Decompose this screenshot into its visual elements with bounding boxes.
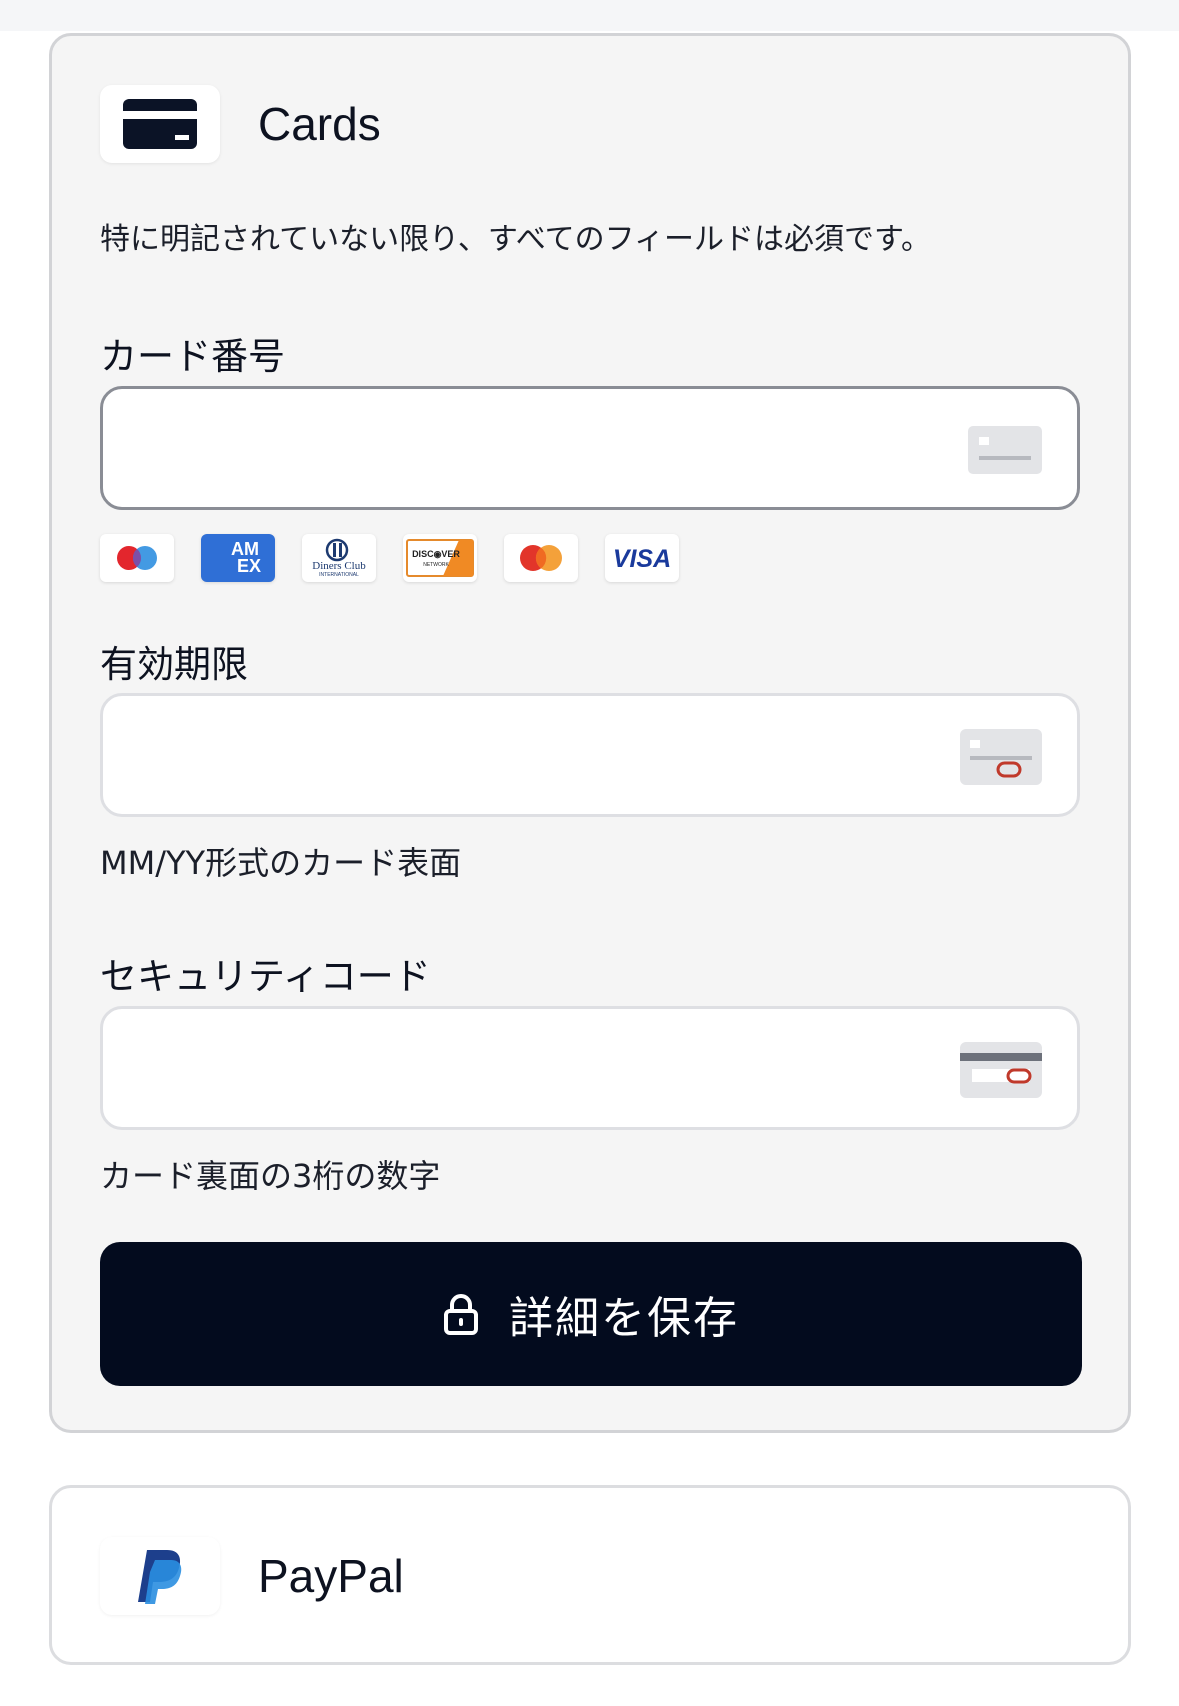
diners-club-logo: Diners Club INTERNATIONAL [302,534,376,582]
lock-icon [444,1294,478,1335]
cards-payment-section[interactable]: Cards 特に明記されていない限り、すべてのフィールドは必須です。 カード番号… [49,33,1131,1433]
mastercard-logo [504,534,578,582]
paypal-logo [138,1550,182,1604]
svg-text:INTERNATIONAL: INTERNATIONAL [319,572,359,578]
paypal-header[interactable]: PayPal [100,1536,404,1616]
credit-card-icon [123,99,197,149]
expiry-input[interactable] [100,693,1080,817]
required-fields-note: 特に明記されていない限り、すべてのフィールドは必須です。 [100,222,931,257]
credit-card-icon-tile [100,85,220,163]
amex-logo: AM EX [201,534,275,582]
save-details-button[interactable]: 詳細を保存 [100,1242,1082,1386]
expiry-help-text: MM/YY形式のカード表面 [100,844,462,882]
visa-logo: VISA [605,534,679,582]
paypal-payment-section[interactable]: PayPal [49,1485,1131,1665]
cvc-label: セキュリティコード [100,955,431,998]
expiry-label: 有効期限 [100,643,248,686]
svg-text:NETWORK: NETWORK [423,562,449,568]
svg-text:VISA: VISA [613,545,671,573]
card-back-cvc-icon [960,1042,1042,1102]
accepted-card-brands: AM EX Diners Club INTERNATIONAL DISC◉VER… [100,534,679,582]
paypal-title: PayPal [258,1550,404,1602]
svg-text:EX: EX [237,556,261,576]
card-number-input[interactable] [100,386,1080,510]
paypal-logo-tile [100,1537,220,1615]
card-front-icon [968,426,1042,478]
card-expiry-icon [960,729,1042,789]
cvc-help-text: カード裏面の3桁の数字 [100,1157,441,1195]
cvc-input[interactable] [100,1006,1080,1130]
maestro-logo [100,534,174,582]
discover-logo: DISC◉VER NETWORK [403,534,477,582]
svg-text:Diners Club: Diners Club [312,560,366,572]
card-number-label: カード番号 [100,335,285,378]
cards-title: Cards [258,98,381,150]
save-details-label: 詳細を保存 [509,1294,739,1343]
svg-text:DISC◉VER: DISC◉VER [412,549,460,559]
top-strip [0,0,1179,31]
cards-header[interactable]: Cards [100,84,381,164]
